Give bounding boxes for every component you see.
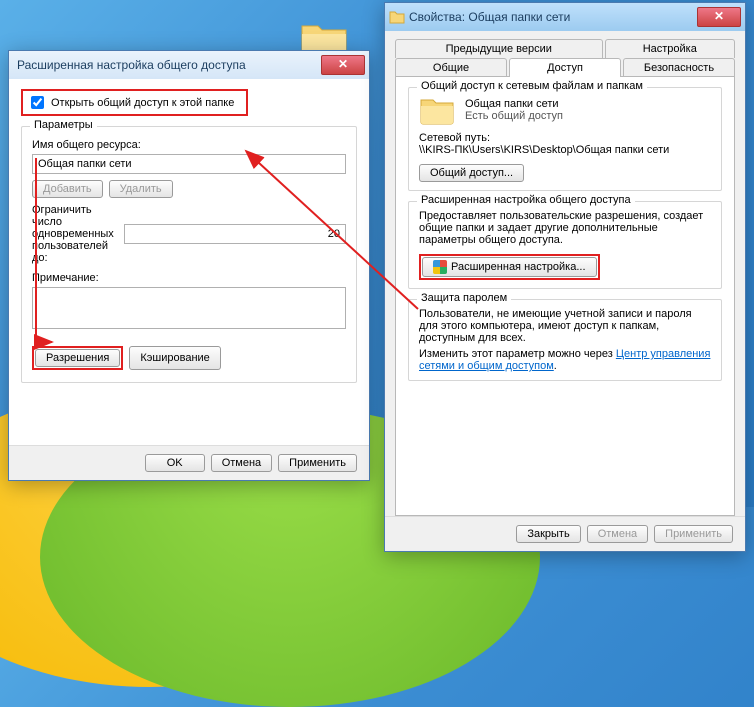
cancel-button[interactable]: Отмена	[587, 525, 648, 543]
folder-icon	[419, 96, 455, 124]
tab-security[interactable]: Безопасность	[623, 58, 735, 77]
tab-settings[interactable]: Настройка	[605, 39, 735, 58]
share-checkbox-label: Открыть общий доступ к этой папке	[51, 97, 234, 109]
ok-button[interactable]: OK	[145, 454, 205, 472]
close-icon[interactable]: ✕	[697, 7, 741, 27]
section-title: Защита паролем	[417, 292, 511, 304]
shield-icon	[433, 260, 447, 274]
share-checkbox-row[interactable]: Открыть общий доступ к этой папке	[21, 89, 248, 116]
apply-button[interactable]: Применить	[278, 454, 357, 472]
properties-dialog: Свойства: Общая папки сети ✕ Предыдущие …	[384, 2, 746, 552]
pw-desc1: Пользователи, не имеющие учетной записи …	[419, 308, 711, 344]
share-checkbox[interactable]	[31, 96, 44, 109]
close-icon[interactable]: ✕	[321, 55, 365, 75]
advanced-sharing-dialog: Расширенная настройка общего доступа ✕ О…	[8, 50, 370, 481]
folder-name: Общая папки сети	[465, 98, 563, 110]
dialog-title: Расширенная настройка общего доступа	[13, 58, 321, 72]
limit-spinner[interactable]	[124, 224, 346, 244]
remove-button[interactable]: Удалить	[109, 180, 173, 198]
share-name-input[interactable]	[32, 154, 346, 174]
dialog-title: Свойства: Общая папки сети	[405, 10, 697, 24]
tab-general[interactable]: Общие	[395, 58, 507, 77]
tab-access[interactable]: Доступ	[509, 58, 621, 77]
limit-label: Ограничить число одновременных пользоват…	[32, 204, 114, 264]
folder-icon	[389, 10, 405, 24]
group-title: Параметры	[30, 119, 97, 131]
netpath-value: \\KIRS-ПК\Users\KIRS\Desktop\Общая папки…	[419, 144, 711, 156]
netpath-label: Сетевой путь:	[419, 132, 711, 144]
share-button[interactable]: Общий доступ...	[419, 164, 524, 182]
share-name-label: Имя общего ресурса:	[32, 139, 346, 151]
note-textarea[interactable]	[32, 287, 346, 329]
section-title: Расширенная настройка общего доступа	[417, 194, 635, 206]
folder-status: Есть общий доступ	[465, 110, 563, 122]
caching-button[interactable]: Кэширование	[129, 346, 220, 370]
section-title: Общий доступ к сетевым файлам и папкам	[417, 80, 647, 92]
pw-desc2-prefix: Изменить этот параметр можно через	[419, 348, 616, 360]
advanced-settings-button[interactable]: Расширенная настройка...	[422, 257, 597, 277]
tab-previous-versions[interactable]: Предыдущие версии	[395, 39, 603, 58]
close-button[interactable]: Закрыть	[516, 525, 580, 543]
note-label: Примечание:	[32, 272, 346, 284]
cancel-button[interactable]: Отмена	[211, 454, 272, 472]
add-button[interactable]: Добавить	[32, 180, 103, 198]
adv-desc: Предоставляет пользовательские разрешени…	[419, 210, 711, 246]
permissions-button[interactable]: Разрешения	[35, 349, 120, 367]
apply-button[interactable]: Применить	[654, 525, 733, 543]
